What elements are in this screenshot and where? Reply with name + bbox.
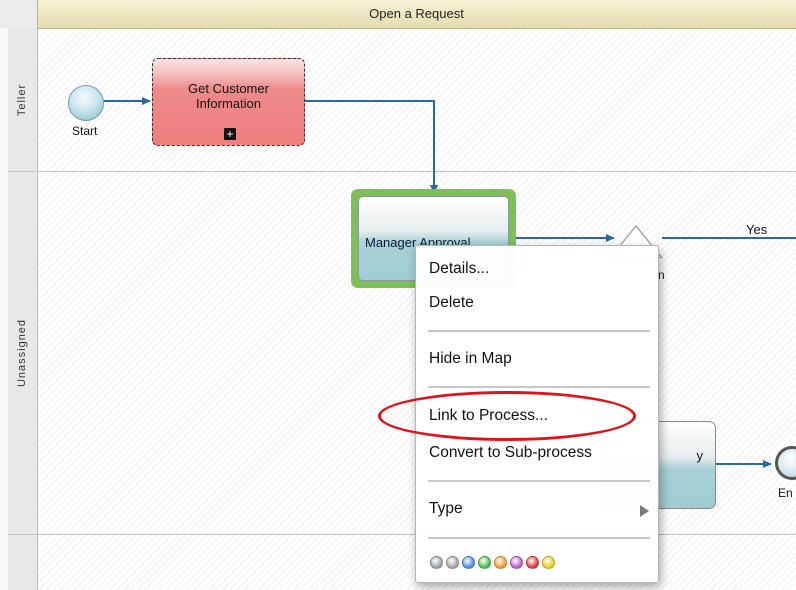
menu-item-type-label: Type (429, 500, 463, 517)
color-swatch-row (430, 556, 555, 570)
flow-label-yes: Yes (746, 222, 768, 237)
menu-item-type[interactable]: Type (416, 494, 658, 524)
menu-separator (428, 537, 650, 539)
flow-customer-to-approval (305, 100, 438, 194)
menu-separator (428, 330, 650, 332)
color-swatch[interactable] (494, 556, 507, 569)
task-label-text: Get Customer Information (188, 81, 269, 111)
color-swatch[interactable] (478, 556, 491, 569)
end-event-label: En (778, 486, 793, 500)
task-label-partial: y (696, 448, 704, 463)
menu-separator (428, 386, 650, 388)
menu-item-details[interactable]: Details... (416, 254, 658, 284)
submenu-arrow-icon (640, 505, 649, 517)
expand-subprocess-icon[interactable]: + (224, 128, 236, 140)
menu-item-delete[interactable]: Delete (416, 288, 658, 318)
color-swatch[interactable] (446, 556, 459, 569)
menu-separator (428, 480, 650, 482)
start-event-label: Start (72, 124, 98, 138)
start-event[interactable] (68, 85, 104, 121)
task-get-customer-information[interactable]: Get Customer Information + (152, 58, 305, 146)
color-swatch[interactable] (526, 556, 539, 569)
task-label: Get Customer Information (153, 81, 304, 111)
annotation-highlight-ellipse (378, 391, 636, 441)
color-swatch[interactable] (430, 556, 443, 569)
color-swatch[interactable] (542, 556, 555, 569)
menu-item-convert-to-subprocess[interactable]: Convert to Sub-process (416, 438, 658, 468)
color-swatch[interactable] (462, 556, 475, 569)
menu-item-hide-in-map[interactable]: Hide in Map (416, 344, 658, 374)
gateway-label-partial: n (658, 268, 665, 282)
color-swatch[interactable] (510, 556, 523, 569)
process-canvas[interactable]: Open a Request Teller Unassigned Start G… (0, 0, 796, 590)
